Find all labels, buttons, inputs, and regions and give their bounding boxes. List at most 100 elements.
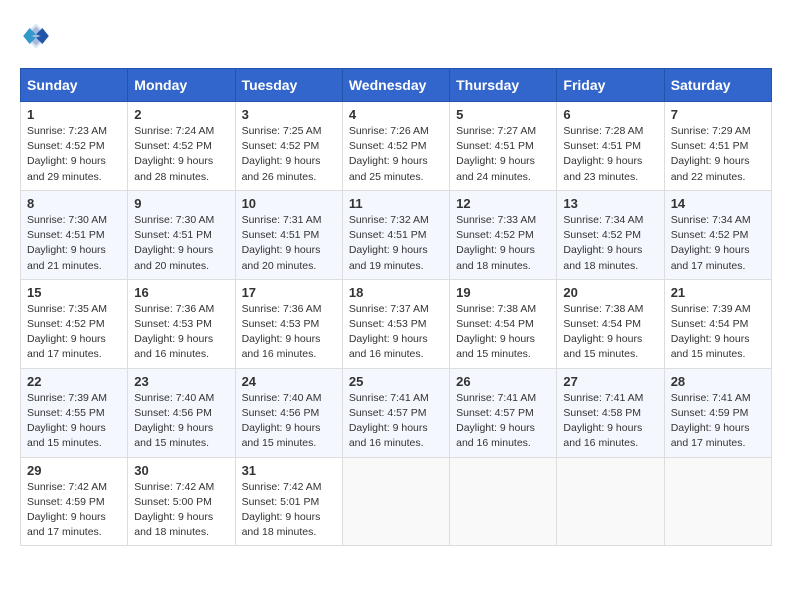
calendar-cell: 6 Sunrise: 7:28 AMSunset: 4:51 PMDayligh…: [557, 102, 664, 191]
day-number: 8: [27, 196, 121, 211]
calendar-cell: 4 Sunrise: 7:26 AMSunset: 4:52 PMDayligh…: [342, 102, 449, 191]
day-number: 15: [27, 285, 121, 300]
day-number: 14: [671, 196, 765, 211]
weekday-header-saturday: Saturday: [664, 69, 771, 102]
calendar-cell: 27 Sunrise: 7:41 AMSunset: 4:58 PMDaylig…: [557, 368, 664, 457]
calendar-cell: 28 Sunrise: 7:41 AMSunset: 4:59 PMDaylig…: [664, 368, 771, 457]
week-row-5: 29 Sunrise: 7:42 AMSunset: 4:59 PMDaylig…: [21, 457, 772, 546]
day-number: 31: [242, 463, 336, 478]
calendar-cell: [664, 457, 771, 546]
day-info: Sunrise: 7:32 AMSunset: 4:51 PMDaylight:…: [349, 214, 429, 272]
day-number: 30: [134, 463, 228, 478]
calendar-cell: 2 Sunrise: 7:24 AMSunset: 4:52 PMDayligh…: [128, 102, 235, 191]
day-info: Sunrise: 7:34 AMSunset: 4:52 PMDaylight:…: [671, 214, 751, 272]
day-number: 29: [27, 463, 121, 478]
calendar-cell: 15 Sunrise: 7:35 AMSunset: 4:52 PMDaylig…: [21, 279, 128, 368]
day-info: Sunrise: 7:40 AMSunset: 4:56 PMDaylight:…: [242, 392, 322, 450]
calendar-cell: 19 Sunrise: 7:38 AMSunset: 4:54 PMDaylig…: [450, 279, 557, 368]
day-number: 2: [134, 107, 228, 122]
day-info: Sunrise: 7:23 AMSunset: 4:52 PMDaylight:…: [27, 125, 107, 183]
day-number: 3: [242, 107, 336, 122]
day-number: 5: [456, 107, 550, 122]
day-number: 13: [563, 196, 657, 211]
header: [20, 20, 772, 52]
day-info: Sunrise: 7:36 AMSunset: 4:53 PMDaylight:…: [134, 303, 214, 361]
day-number: 16: [134, 285, 228, 300]
day-info: Sunrise: 7:41 AMSunset: 4:57 PMDaylight:…: [456, 392, 536, 450]
logo-icon: [20, 20, 52, 52]
week-row-4: 22 Sunrise: 7:39 AMSunset: 4:55 PMDaylig…: [21, 368, 772, 457]
calendar-cell: [342, 457, 449, 546]
day-number: 6: [563, 107, 657, 122]
day-number: 22: [27, 374, 121, 389]
day-info: Sunrise: 7:39 AMSunset: 4:55 PMDaylight:…: [27, 392, 107, 450]
day-info: Sunrise: 7:31 AMSunset: 4:51 PMDaylight:…: [242, 214, 322, 272]
day-info: Sunrise: 7:38 AMSunset: 4:54 PMDaylight:…: [563, 303, 643, 361]
calendar-cell: [450, 457, 557, 546]
calendar-cell: 17 Sunrise: 7:36 AMSunset: 4:53 PMDaylig…: [235, 279, 342, 368]
calendar-cell: 31 Sunrise: 7:42 AMSunset: 5:01 PMDaylig…: [235, 457, 342, 546]
calendar-cell: 26 Sunrise: 7:41 AMSunset: 4:57 PMDaylig…: [450, 368, 557, 457]
day-info: Sunrise: 7:42 AMSunset: 5:01 PMDaylight:…: [242, 481, 322, 539]
calendar-cell: 16 Sunrise: 7:36 AMSunset: 4:53 PMDaylig…: [128, 279, 235, 368]
day-number: 1: [27, 107, 121, 122]
day-number: 23: [134, 374, 228, 389]
day-info: Sunrise: 7:30 AMSunset: 4:51 PMDaylight:…: [27, 214, 107, 272]
weekday-header-wednesday: Wednesday: [342, 69, 449, 102]
day-number: 12: [456, 196, 550, 211]
day-info: Sunrise: 7:33 AMSunset: 4:52 PMDaylight:…: [456, 214, 536, 272]
calendar-table: SundayMondayTuesdayWednesdayThursdayFrid…: [20, 68, 772, 546]
calendar-cell: 7 Sunrise: 7:29 AMSunset: 4:51 PMDayligh…: [664, 102, 771, 191]
calendar-cell: 12 Sunrise: 7:33 AMSunset: 4:52 PMDaylig…: [450, 190, 557, 279]
day-info: Sunrise: 7:26 AMSunset: 4:52 PMDaylight:…: [349, 125, 429, 183]
day-info: Sunrise: 7:41 AMSunset: 4:59 PMDaylight:…: [671, 392, 751, 450]
day-info: Sunrise: 7:42 AMSunset: 5:00 PMDaylight:…: [134, 481, 214, 539]
logo: [20, 20, 56, 52]
day-number: 10: [242, 196, 336, 211]
day-number: 9: [134, 196, 228, 211]
day-number: 24: [242, 374, 336, 389]
day-info: Sunrise: 7:42 AMSunset: 4:59 PMDaylight:…: [27, 481, 107, 539]
calendar-cell: 3 Sunrise: 7:25 AMSunset: 4:52 PMDayligh…: [235, 102, 342, 191]
day-info: Sunrise: 7:36 AMSunset: 4:53 PMDaylight:…: [242, 303, 322, 361]
day-number: 21: [671, 285, 765, 300]
calendar-cell: 23 Sunrise: 7:40 AMSunset: 4:56 PMDaylig…: [128, 368, 235, 457]
day-number: 17: [242, 285, 336, 300]
day-number: 20: [563, 285, 657, 300]
week-row-3: 15 Sunrise: 7:35 AMSunset: 4:52 PMDaylig…: [21, 279, 772, 368]
weekday-header-monday: Monday: [128, 69, 235, 102]
day-info: Sunrise: 7:24 AMSunset: 4:52 PMDaylight:…: [134, 125, 214, 183]
calendar-cell: 25 Sunrise: 7:41 AMSunset: 4:57 PMDaylig…: [342, 368, 449, 457]
day-info: Sunrise: 7:38 AMSunset: 4:54 PMDaylight:…: [456, 303, 536, 361]
calendar-cell: 18 Sunrise: 7:37 AMSunset: 4:53 PMDaylig…: [342, 279, 449, 368]
calendar-cell: 1 Sunrise: 7:23 AMSunset: 4:52 PMDayligh…: [21, 102, 128, 191]
day-info: Sunrise: 7:34 AMSunset: 4:52 PMDaylight:…: [563, 214, 643, 272]
day-info: Sunrise: 7:37 AMSunset: 4:53 PMDaylight:…: [349, 303, 429, 361]
calendar-cell: 29 Sunrise: 7:42 AMSunset: 4:59 PMDaylig…: [21, 457, 128, 546]
weekday-header-row: SundayMondayTuesdayWednesdayThursdayFrid…: [21, 69, 772, 102]
calendar-cell: 5 Sunrise: 7:27 AMSunset: 4:51 PMDayligh…: [450, 102, 557, 191]
calendar-cell: 30 Sunrise: 7:42 AMSunset: 5:00 PMDaylig…: [128, 457, 235, 546]
week-row-2: 8 Sunrise: 7:30 AMSunset: 4:51 PMDayligh…: [21, 190, 772, 279]
day-info: Sunrise: 7:41 AMSunset: 4:58 PMDaylight:…: [563, 392, 643, 450]
calendar-cell: 21 Sunrise: 7:39 AMSunset: 4:54 PMDaylig…: [664, 279, 771, 368]
day-info: Sunrise: 7:39 AMSunset: 4:54 PMDaylight:…: [671, 303, 751, 361]
calendar-cell: [557, 457, 664, 546]
day-info: Sunrise: 7:30 AMSunset: 4:51 PMDaylight:…: [134, 214, 214, 272]
weekday-header-thursday: Thursday: [450, 69, 557, 102]
calendar-cell: 20 Sunrise: 7:38 AMSunset: 4:54 PMDaylig…: [557, 279, 664, 368]
day-info: Sunrise: 7:41 AMSunset: 4:57 PMDaylight:…: [349, 392, 429, 450]
day-number: 4: [349, 107, 443, 122]
week-row-1: 1 Sunrise: 7:23 AMSunset: 4:52 PMDayligh…: [21, 102, 772, 191]
calendar-cell: 13 Sunrise: 7:34 AMSunset: 4:52 PMDaylig…: [557, 190, 664, 279]
day-number: 27: [563, 374, 657, 389]
day-number: 19: [456, 285, 550, 300]
weekday-header-tuesday: Tuesday: [235, 69, 342, 102]
day-info: Sunrise: 7:29 AMSunset: 4:51 PMDaylight:…: [671, 125, 751, 183]
day-info: Sunrise: 7:28 AMSunset: 4:51 PMDaylight:…: [563, 125, 643, 183]
calendar-cell: 8 Sunrise: 7:30 AMSunset: 4:51 PMDayligh…: [21, 190, 128, 279]
calendar-cell: 11 Sunrise: 7:32 AMSunset: 4:51 PMDaylig…: [342, 190, 449, 279]
day-number: 25: [349, 374, 443, 389]
day-number: 28: [671, 374, 765, 389]
calendar-cell: 9 Sunrise: 7:30 AMSunset: 4:51 PMDayligh…: [128, 190, 235, 279]
